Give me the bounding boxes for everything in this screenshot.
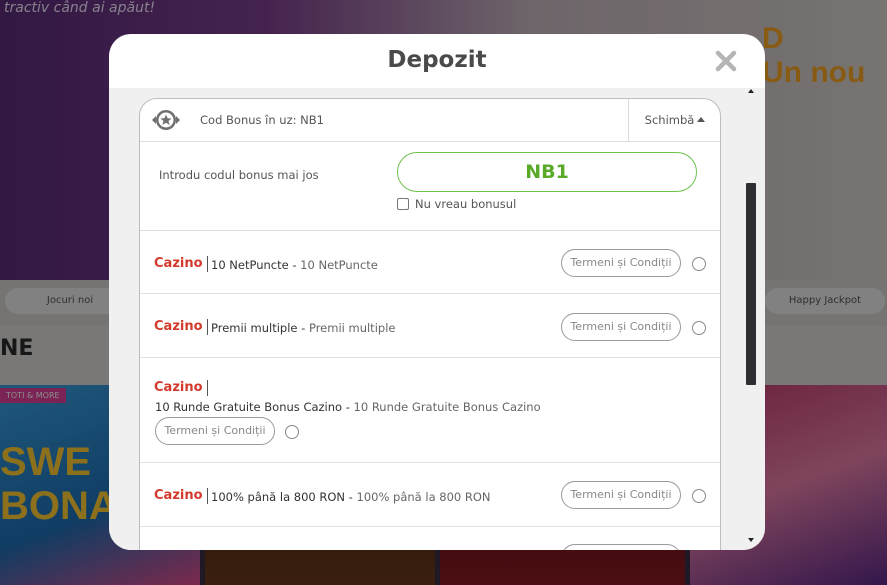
offer-separator (207, 380, 208, 396)
change-bonus-label: Schimbă (644, 113, 695, 127)
bonus-offer-item[interactable]: Cazino Premii multiple - Premii multiple… (140, 294, 720, 358)
no-bonus-checkbox[interactable] (397, 198, 409, 210)
terms-button[interactable]: Termeni și Condiții (561, 249, 681, 277)
bonus-card: Cod Bonus în uz: NB1 Schimbă Introdu cod… (139, 98, 721, 550)
offer-radio[interactable] (692, 489, 706, 503)
modal-title: Depozit (387, 47, 487, 73)
offer-category: Cazino (154, 319, 203, 334)
terms-button[interactable]: Termeni și Condiții (561, 313, 681, 341)
bonus-offer-item[interactable] (140, 527, 720, 550)
close-icon (715, 50, 737, 72)
bonus-code-in-use: Cod Bonus în uz: NB1 (200, 113, 324, 127)
offer-text: 100% până la 800 RON - 100% până la 800 … (211, 490, 491, 504)
no-bonus-label: Nu vreau bonusul (415, 197, 517, 211)
bonus-header: Cod Bonus în uz: NB1 Schimbă (140, 99, 720, 142)
offer-radio[interactable] (285, 425, 299, 439)
enter-code-label: Introdu codul bonus mai jos (159, 168, 319, 182)
terms-button[interactable]: Termeni și Condiții (155, 417, 275, 445)
change-bonus-button[interactable]: Schimbă (628, 99, 720, 141)
offer-text: Premii multiple - Premii multiple (211, 321, 396, 335)
scrollbar-thumb[interactable] (746, 183, 756, 385)
terms-button[interactable] (561, 544, 681, 550)
scroll-down-arrow[interactable] (748, 538, 754, 542)
bonus-code-input[interactable] (397, 152, 697, 192)
offer-separator (207, 319, 208, 335)
scroll-up-arrow[interactable] (748, 89, 754, 93)
offer-separator (207, 256, 208, 272)
offer-separator (207, 488, 208, 504)
no-bonus-option[interactable]: Nu vreau bonusul (397, 197, 516, 211)
terms-button[interactable]: Termeni și Condiții (561, 481, 681, 509)
offer-category: Cazino (154, 488, 203, 503)
modal-header: Depozit (109, 34, 765, 88)
caret-up-icon (697, 117, 706, 122)
bonus-offer-item[interactable]: Cazino 10 Runde Gratuite Bonus Cazino - … (140, 358, 720, 463)
offer-radio[interactable] (692, 321, 706, 335)
offer-text: 10 Runde Gratuite Bonus Cazino - 10 Rund… (155, 400, 541, 414)
modal-scroll-area[interactable]: Cod Bonus în uz: NB1 Schimbă Introdu cod… (109, 88, 765, 550)
close-button[interactable] (713, 48, 739, 74)
deposit-modal: Depozit Cod Bonus în uz: NB1 Schimbă Int… (109, 34, 765, 550)
offer-text: 10 NetPuncte - 10 NetPuncte (211, 258, 378, 272)
offer-radio[interactable] (692, 257, 706, 271)
offer-category: Cazino (154, 256, 203, 271)
star-badge-icon (152, 110, 180, 130)
bonus-offer-item[interactable]: Cazino 10 NetPuncte - 10 NetPuncte Terme… (140, 231, 720, 294)
bonus-code-row: Introdu codul bonus mai jos Nu vreau bon… (140, 142, 720, 231)
offer-category: Cazino (154, 380, 203, 395)
bonus-offer-item[interactable]: Cazino 100% până la 800 RON - 100% până … (140, 463, 720, 527)
